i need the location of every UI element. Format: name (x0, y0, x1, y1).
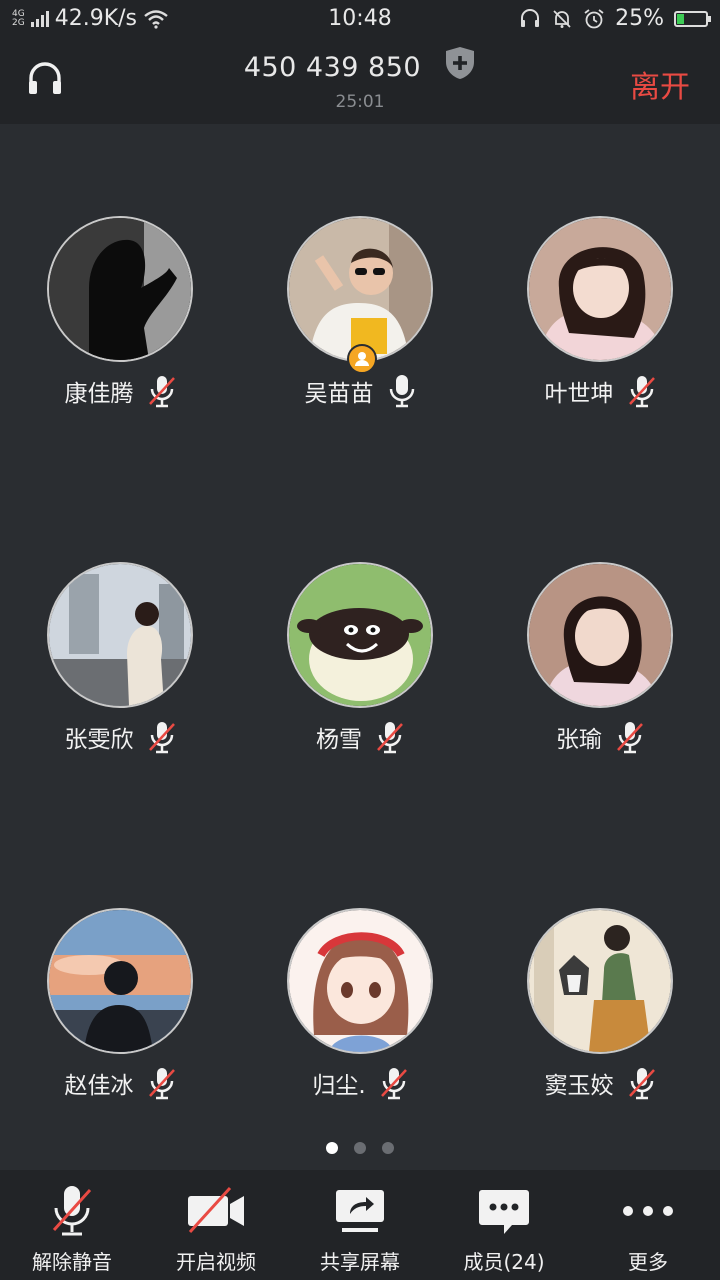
video-off-icon (188, 1186, 244, 1234)
members-button[interactable]: 成员(24) (432, 1170, 576, 1280)
headset-status-icon (521, 8, 540, 27)
bell-off-icon (553, 9, 571, 28)
more-label: 更多 (628, 1250, 668, 1274)
mic-muted-icon (380, 1068, 407, 1100)
participant-name: 张瑜 (556, 727, 602, 753)
participant-tile[interactable]: 杨雪 (240, 470, 480, 770)
share-screen-label: 共享屏幕 (320, 1250, 400, 1274)
chat-bubble-icon (479, 1190, 529, 1234)
battery-percent: 25% (615, 6, 664, 31)
battery-fill (677, 13, 684, 24)
participant-name-row: 吴苗苗 (240, 374, 480, 408)
participant-name-row: 叶世坤 (480, 374, 720, 408)
page-indicator (0, 1142, 720, 1154)
participant-name: 归尘. (312, 1073, 366, 1099)
avatar (287, 908, 433, 1054)
meeting-duration: 25:01 (335, 92, 385, 112)
mic-on-icon (389, 375, 414, 408)
participant-tile[interactable]: 张雯欣 (0, 470, 240, 770)
meeting-header: 450 439 850 25:01 离开 (0, 38, 720, 124)
participant-tile[interactable]: 窦玉姣 (480, 816, 720, 1116)
participant-name-row: 张雯欣 (0, 720, 240, 754)
meeting-id-row: 450 439 850 (0, 46, 720, 83)
participant-tile[interactable]: 归尘. (240, 816, 480, 1116)
participant-name: 吴苗苗 (304, 381, 374, 407)
share-screen-button[interactable]: 共享屏幕 (288, 1170, 432, 1280)
participant-name: 叶世坤 (544, 381, 614, 407)
avatar (527, 216, 673, 362)
mic-muted-icon (617, 722, 643, 754)
more-button[interactable]: 更多 (576, 1170, 720, 1280)
page-dot[interactable] (382, 1142, 394, 1154)
mic-muted-icon (52, 1186, 92, 1236)
mic-muted-icon (148, 1068, 175, 1100)
unmute-label: 解除静音 (32, 1250, 112, 1274)
unmute-button[interactable]: 解除静音 (0, 1170, 144, 1280)
participant-name: 张雯欣 (64, 727, 134, 753)
page-dot[interactable] (326, 1142, 338, 1154)
participant-name: 杨雪 (316, 727, 362, 753)
participant-name-row: 窦玉姣 (480, 1066, 720, 1100)
mic-muted-icon (377, 722, 403, 754)
alarm-icon (584, 8, 604, 28)
leave-button[interactable]: 离开 (630, 62, 690, 106)
avatar (47, 216, 193, 362)
participant-tile[interactable]: 赵佳冰 (0, 816, 240, 1116)
avatar (47, 908, 193, 1054)
participant-tile[interactable]: 康佳腾 (0, 124, 240, 424)
bottom-toolbar: 解除静音 开启视频 共享屏幕 成员(24) 更多 (0, 1170, 720, 1280)
participant-name-row: 赵佳冰 (0, 1066, 240, 1100)
avatar (287, 562, 433, 708)
avatar (527, 562, 673, 708)
mic-muted-icon (628, 376, 655, 408)
mic-muted-icon (148, 376, 175, 408)
page-dot[interactable] (354, 1142, 366, 1154)
more-icon (623, 1206, 673, 1216)
share-screen-icon (336, 1190, 384, 1232)
participant-name: 赵佳冰 (64, 1073, 134, 1099)
battery-icon (674, 10, 711, 27)
avatar (287, 216, 433, 362)
avatar (527, 908, 673, 1054)
start-video-label: 开启视频 (176, 1250, 256, 1274)
participant-tile[interactable]: 吴苗苗 (240, 124, 480, 424)
participant-name: 康佳腾 (64, 381, 134, 407)
status-right: 25% (519, 6, 711, 31)
host-badge-icon (347, 344, 377, 374)
participant-name: 窦玉姣 (544, 1073, 614, 1099)
meeting-id: 450 439 850 (243, 52, 422, 83)
participant-tile[interactable]: 叶世坤 (480, 124, 720, 424)
members-label: 成员(24) (463, 1250, 545, 1274)
participant-grid: 康佳腾 吴苗苗 叶世坤 张雯欣 杨雪 张瑜 赵佳冰 归尘. 窦玉姣 (0, 124, 720, 1170)
participant-name-row: 康佳腾 (0, 374, 240, 408)
status-bar: 4G 2G 42.9K/s 10:48 25% (0, 0, 720, 38)
avatar (47, 562, 193, 708)
shield-icon[interactable] (444, 46, 476, 80)
mic-muted-icon (148, 722, 175, 754)
participant-name-row: 归尘. (240, 1066, 480, 1100)
participant-tile[interactable]: 张瑜 (480, 470, 720, 770)
participant-name-row: 张瑜 (480, 720, 720, 754)
mic-muted-icon (628, 1068, 655, 1100)
participant-name-row: 杨雪 (240, 720, 480, 754)
start-video-button[interactable]: 开启视频 (144, 1170, 288, 1280)
